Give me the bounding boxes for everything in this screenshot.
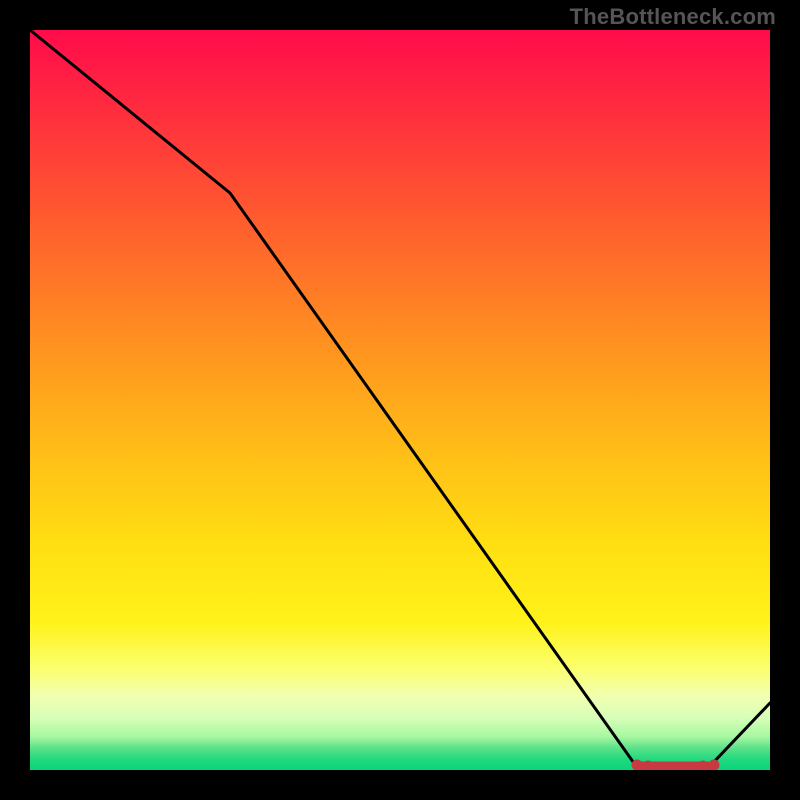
chart-container: TheBottleneck.com	[0, 0, 800, 800]
main-curve	[30, 30, 770, 767]
attribution-text: TheBottleneck.com	[570, 4, 776, 30]
marker-cluster	[632, 760, 719, 770]
plot-area	[30, 30, 770, 770]
line-chart-svg	[30, 30, 770, 770]
